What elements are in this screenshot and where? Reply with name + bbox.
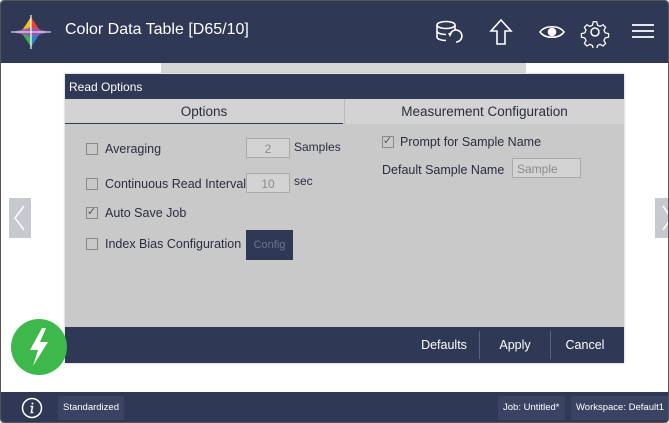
averaging-label: Averaging — [105, 142, 162, 156]
database-sync-icon[interactable] — [433, 16, 465, 48]
averaging-samples-input[interactable]: 2 — [246, 138, 290, 158]
top-bar: Color Data Table [D65/10] — [1, 1, 668, 63]
tab-options[interactable]: Options — [65, 99, 343, 124]
app-logo-icon — [11, 15, 51, 49]
continuous-read-checkbox[interactable] — [86, 178, 98, 190]
upload-arrow-icon[interactable] — [485, 16, 517, 48]
previous-arrow-icon[interactable] — [9, 198, 31, 238]
lightning-bolt-icon — [30, 328, 48, 366]
dialog-footer: Defaults Apply Cancel — [65, 327, 624, 363]
tab-measurement-configuration[interactable]: Measurement Configuration — [344, 99, 624, 124]
defaults-button[interactable]: Defaults — [409, 327, 479, 363]
next-arrow-icon[interactable] — [655, 198, 668, 238]
job-label[interactable]: Job: Untitled* — [498, 396, 565, 420]
default-sample-name-input[interactable]: Sample — [512, 158, 581, 178]
averaging-unit-label: Samples — [294, 140, 341, 154]
index-bias-checkbox[interactable] — [86, 238, 98, 250]
read-options-dialog: Read Options Options Measurement Configu… — [65, 74, 624, 363]
apply-button[interactable]: Apply — [480, 327, 550, 363]
prompt-sample-name-checkbox[interactable] — [382, 134, 394, 148]
config-button[interactable]: Config — [246, 230, 293, 260]
auto-save-job-label: Auto Save Job — [105, 206, 187, 220]
dialog-title: Read Options — [65, 74, 624, 99]
hamburger-menu-icon[interactable] — [627, 16, 659, 48]
averaging-checkbox[interactable] — [86, 143, 98, 155]
cancel-button[interactable]: Cancel — [551, 327, 619, 363]
app-title: Color Data Table [D65/10] — [65, 21, 249, 38]
continuous-read-unit-label: sec — [294, 174, 313, 188]
continuous-read-label: Continuous Read Interval — [105, 177, 247, 191]
auto-save-job-checkbox[interactable] — [86, 205, 98, 219]
prompt-sample-name-label: Prompt for Sample Name — [400, 135, 542, 149]
default-sample-name-label: Default Sample Name — [382, 163, 505, 177]
eye-icon[interactable] — [536, 16, 568, 48]
gear-icon[interactable] — [579, 16, 611, 50]
continuous-read-interval-input[interactable]: 10 — [246, 173, 290, 193]
status-bar: Standardized Job: Untitled* Workspace: D… — [1, 392, 668, 422]
app-window: Color Data Table [D65/10] Read Options O… — [0, 0, 669, 423]
info-icon[interactable] — [21, 397, 43, 419]
status-badge: Standardized — [58, 396, 124, 420]
dialog-tabs: Options Measurement Configuration — [65, 99, 624, 124]
index-bias-label: Index Bias Configuration — [105, 237, 242, 251]
workspace-label[interactable]: Workspace: Default1 — [571, 396, 668, 420]
background-table-header — [161, 63, 526, 73]
read-measurement-button[interactable] — [11, 319, 67, 375]
